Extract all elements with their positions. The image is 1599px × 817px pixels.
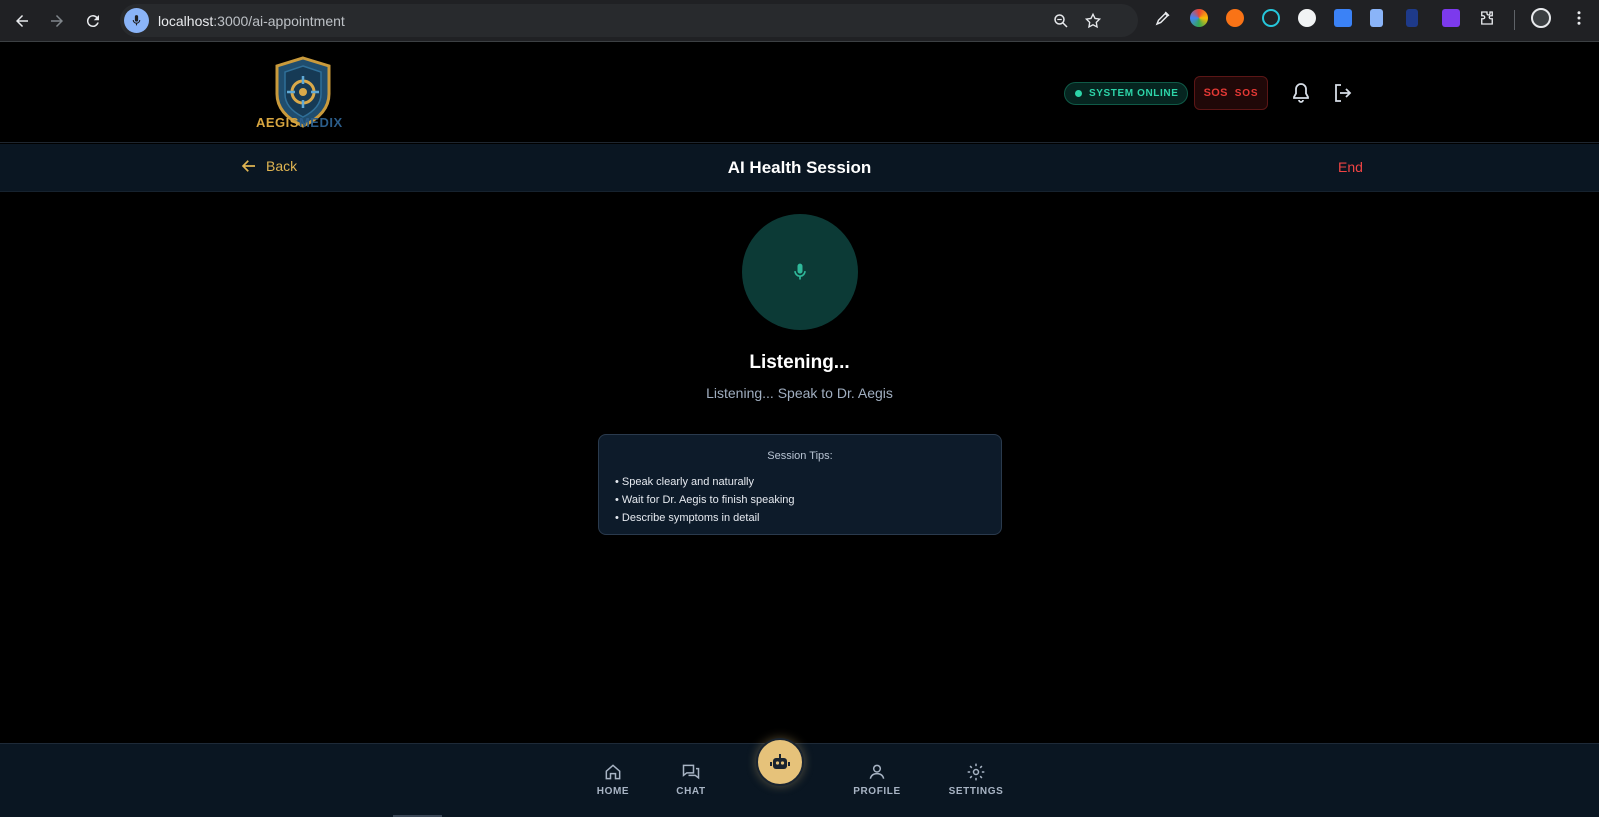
toolbar-divider <box>1514 10 1515 30</box>
brand-name: AEGISMEDIX <box>256 115 343 130</box>
extension-white-icon[interactable] <box>1298 9 1316 27</box>
logout-icon[interactable] <box>1331 81 1355 105</box>
nav-item-settings[interactable]: SETTINGS <box>946 762 1006 797</box>
nav-label-settings: SETTINGS <box>948 786 1004 797</box>
brand-name-a: AEGIS <box>256 115 299 130</box>
extension-doc-icon[interactable] <box>1370 9 1383 27</box>
tip-item: • Wait for Dr. Aegis to finish speaking <box>615 494 795 506</box>
user-icon <box>869 764 885 779</box>
arrow-left-icon <box>16 15 28 27</box>
address-bar[interactable]: localhost:3000/ai-appointment <box>120 4 1138 37</box>
brand-name-b: MEDIX <box>298 115 343 130</box>
end-session-button[interactable]: End <box>1338 159 1363 175</box>
reload-icon <box>86 15 99 28</box>
zoom-icon[interactable] <box>1052 12 1070 30</box>
nav-item-home[interactable]: HOME <box>583 762 643 797</box>
bell-icon[interactable] <box>1289 81 1313 105</box>
status-dot-icon <box>1075 90 1082 97</box>
url-path: :3000/ai-appointment <box>213 13 345 29</box>
app-header: AEGISMEDIX SYSTEM ONLINE SOS SOS <box>0 43 1599 143</box>
microphone-icon[interactable] <box>124 8 149 33</box>
microphone-icon <box>794 263 806 280</box>
browser-reload-button[interactable] <box>79 7 107 35</box>
avatar[interactable] <box>1531 8 1551 28</box>
tip-item: • Speak clearly and naturally <box>615 476 754 488</box>
eyedropper-icon[interactable] <box>1154 9 1172 27</box>
extension-color-icon[interactable] <box>1190 9 1208 27</box>
sos-button[interactable]: SOS SOS <box>1194 76 1268 110</box>
url-host: localhost <box>158 13 214 29</box>
url-text[interactable]: localhost:3000/ai-appointment <box>158 13 345 29</box>
extension-orange-icon[interactable] <box>1226 9 1244 27</box>
gear-icon <box>967 763 985 781</box>
extension-react-icon[interactable] <box>1262 9 1280 27</box>
extension-blue-icon[interactable] <box>1334 9 1352 27</box>
browser-toolbar: localhost:3000/ai-appointment <box>0 0 1599 42</box>
tips-title: Session Tips: <box>767 450 833 462</box>
nav-item-chat[interactable]: CHAT <box>661 762 721 797</box>
chat-icon <box>682 764 700 780</box>
session-tips-card: Session Tips: • Speak clearly and natura… <box>598 434 1002 535</box>
listening-title: Listening... <box>749 352 850 373</box>
robot-icon <box>770 754 790 769</box>
puzzle-icon[interactable] <box>1478 9 1496 27</box>
kebab-menu-icon[interactable] <box>1570 9 1588 27</box>
nav-label-chat: CHAT <box>676 786 706 797</box>
bookmark-star-icon[interactable] <box>1084 12 1102 30</box>
extension-purple-icon[interactable] <box>1442 9 1460 27</box>
ai-assistant-button[interactable] <box>756 738 804 786</box>
listening-subtitle: Listening... Speak to Dr. Aegis <box>706 385 893 401</box>
nav-label-profile: PROFILE <box>853 786 901 797</box>
status-label: SYSTEM ONLINE <box>1089 88 1179 99</box>
nav-label-home: HOME <box>596 786 630 797</box>
home-icon <box>605 764 621 780</box>
nav-item-profile[interactable]: PROFILE <box>847 762 907 797</box>
session-bar: Back AI Health Session End <box>0 144 1599 192</box>
browser-forward-button[interactable] <box>43 7 71 35</box>
sos-label: SOS <box>1234 87 1259 99</box>
tips-list: • Speak clearly and naturally • Wait for… <box>615 473 795 527</box>
tip-item: • Describe symptoms in detail <box>615 512 760 524</box>
arrow-right-icon <box>51 15 63 27</box>
microphone-button[interactable] <box>742 214 858 330</box>
extension-e-icon[interactable] <box>1406 9 1418 27</box>
sos-icon: SOS <box>1203 87 1228 99</box>
system-status-badge: SYSTEM ONLINE <box>1064 82 1188 105</box>
browser-back-button[interactable] <box>8 7 36 35</box>
